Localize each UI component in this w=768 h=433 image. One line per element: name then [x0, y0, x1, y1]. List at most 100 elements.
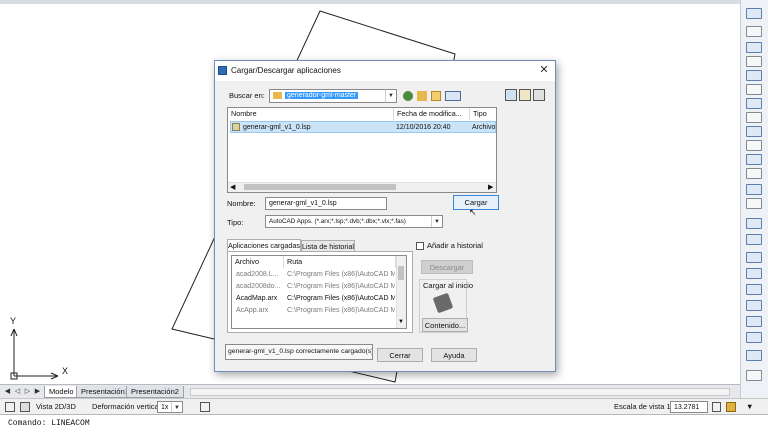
- back-icon[interactable]: [403, 91, 413, 101]
- toolbar-icon[interactable]: [746, 218, 762, 229]
- chevron-down-icon: ▼: [171, 402, 182, 412]
- loaded-file-cell: AcadMap.arx: [236, 295, 278, 302]
- toolbar-icon[interactable]: [746, 316, 762, 327]
- add-history-label[interactable]: Añadir a historial: [427, 241, 483, 251]
- layout-tabs-row: ◀ ◁ ▷ ▶ Modelo Presentación1 Presentació…: [0, 384, 740, 398]
- new-folder-icon[interactable]: [431, 91, 441, 101]
- status-message: generar-gml_v1_0.lsp correctamente carga…: [225, 344, 373, 360]
- close-button[interactable]: Cerrar: [377, 348, 423, 362]
- scale-label: Escala de vista 1:: [614, 402, 673, 411]
- file-date-cell: 12/10/2016 20:40: [396, 124, 451, 131]
- look-in-value: generador-gml-master: [285, 92, 359, 99]
- name-input[interactable]: generar-gml_v1_0.lsp: [265, 197, 387, 210]
- type-label: Tipo:: [227, 218, 244, 227]
- toolbar-icon[interactable]: [746, 252, 762, 263]
- toolbar-icon[interactable]: [746, 350, 762, 361]
- scale-input[interactable]: 13.2781: [670, 401, 708, 413]
- unload-button[interactable]: Descargar: [421, 260, 473, 274]
- lock-scale-icon[interactable]: [726, 402, 736, 412]
- column-header-path[interactable]: Ruta: [284, 256, 396, 268]
- column-header-file[interactable]: Archivo: [232, 256, 284, 268]
- loaded-path-cell: C:\Program Files (x86)\AutoCAD Ma: [287, 295, 395, 302]
- loaded-file-cell: acad2008.L...: [236, 271, 279, 278]
- toolbar-icon[interactable]: [746, 70, 762, 81]
- next-tab-icon[interactable]: ▷: [23, 387, 32, 396]
- toolbar-icon[interactable]: [746, 98, 762, 109]
- toolbar-icon[interactable]: [746, 56, 762, 67]
- toolbar-icon[interactable]: [746, 126, 762, 137]
- toolbar-icon[interactable]: [746, 370, 762, 381]
- ucs-x-label: X: [62, 366, 69, 376]
- toolbar-icon[interactable]: [746, 8, 762, 19]
- toolbar-icon[interactable]: [746, 332, 762, 343]
- loaded-apps-list[interactable]: Archivo Ruta acad2008.L... C:\Program Fi…: [231, 255, 407, 329]
- command-line[interactable]: Comando: LINEACOM: [0, 414, 768, 432]
- toolbar-icon[interactable]: [746, 198, 762, 209]
- scroll-left-icon[interactable]: ◀: [230, 183, 235, 191]
- first-tab-icon[interactable]: ◀: [3, 387, 12, 396]
- scroll-down-icon[interactable]: ▼: [398, 319, 404, 325]
- close-icon[interactable]: ✕: [537, 63, 551, 77]
- terrain-icon[interactable]: [200, 402, 210, 412]
- column-header-date[interactable]: Fecha de modifica...: [394, 108, 470, 120]
- scale-value: 13.2781: [674, 404, 700, 411]
- scroll-right-icon[interactable]: ▶: [488, 183, 493, 191]
- toolbar-icon[interactable]: [746, 268, 762, 279]
- ucs-y-label: Y: [10, 316, 17, 326]
- name-label: Nombre:: [227, 199, 256, 208]
- view-menu-icon[interactable]: [445, 91, 461, 101]
- up-folder-icon[interactable]: [417, 91, 427, 101]
- scrollbar-thumb[interactable]: [244, 184, 396, 190]
- view-3d-icon[interactable]: [20, 402, 30, 412]
- look-in-select[interactable]: generador-gml-master ▼: [269, 89, 397, 103]
- toolbar-icon[interactable]: [746, 168, 762, 179]
- horizontal-scrollbar[interactable]: [190, 388, 730, 396]
- file-name-cell: generar-gml_v1_0.lsp: [243, 124, 311, 131]
- lsp-file-icon: [232, 123, 240, 131]
- startup-group-label: Cargar al inicio: [423, 281, 474, 290]
- status-menu-icon[interactable]: ▼: [746, 402, 753, 412]
- loaded-path-cell: C:\Program Files (x86)\AutoCAD Ma: [287, 307, 395, 314]
- toolbar-icon[interactable]: [746, 42, 762, 53]
- file-list[interactable]: Nombre Fecha de modifica... Tipo generar…: [227, 107, 497, 193]
- options-icon[interactable]: [533, 89, 545, 101]
- toolbar-icon[interactable]: [746, 184, 762, 195]
- type-select[interactable]: AutoCAD Apps. (*.arx;*.lsp;*.dvb;*.dbx;*…: [265, 215, 443, 228]
- view-2d3d-label[interactable]: Vista 2D/3D: [36, 402, 76, 412]
- add-history-checkbox[interactable]: [416, 242, 424, 250]
- tools-icon[interactable]: [519, 89, 531, 101]
- column-header-name[interactable]: Nombre: [228, 108, 394, 120]
- search-icon[interactable]: [505, 89, 517, 101]
- deform-label: Deformación vertical:: [92, 402, 163, 411]
- lock-icon[interactable]: [712, 402, 721, 412]
- view-icon[interactable]: [5, 402, 15, 412]
- toolbar-icon[interactable]: [746, 154, 762, 165]
- loaded-path-cell: C:\Program Files (x86)\AutoCAD Ma: [287, 283, 395, 290]
- loaded-file-cell: acad2008do...: [236, 283, 281, 290]
- last-tab-icon[interactable]: ▶: [33, 387, 42, 396]
- scrollbar-thumb[interactable]: [398, 266, 404, 280]
- look-in-label: Buscar en:: [229, 91, 265, 100]
- chevron-down-icon: ▼: [385, 90, 396, 102]
- toolbar-icon[interactable]: [746, 26, 762, 37]
- toolbar-icon[interactable]: [746, 300, 762, 311]
- mouse-cursor-icon: ↖: [469, 207, 477, 217]
- tab-modelo[interactable]: Modelo: [44, 386, 79, 398]
- toolbar-icon[interactable]: [746, 84, 762, 95]
- toolbar-icon[interactable]: [746, 284, 762, 295]
- chevron-down-icon: ▼: [431, 216, 442, 227]
- right-toolbar: [740, 0, 768, 400]
- column-header-type[interactable]: Tipo: [470, 108, 496, 120]
- contents-button[interactable]: Contenido...: [422, 318, 468, 332]
- loaded-path-cell: C:\Program Files (x86)\AutoCAD Ma: [287, 271, 395, 278]
- toolbar-icon[interactable]: [746, 112, 762, 123]
- deform-select[interactable]: 1x ▼: [157, 401, 183, 413]
- load-unload-dialog: Cargar/Descargar aplicaciones ✕ Buscar e…: [214, 60, 556, 372]
- app-icon: [218, 66, 227, 75]
- toolbar-icon[interactable]: [746, 234, 762, 245]
- toolbar-icon[interactable]: [746, 140, 762, 151]
- help-button[interactable]: Ayuda: [431, 348, 477, 362]
- name-input-value: generar-gml_v1_0.lsp: [269, 200, 337, 207]
- tab-presentacion2[interactable]: Presentación2: [126, 386, 184, 398]
- prev-tab-icon[interactable]: ◁: [13, 387, 22, 396]
